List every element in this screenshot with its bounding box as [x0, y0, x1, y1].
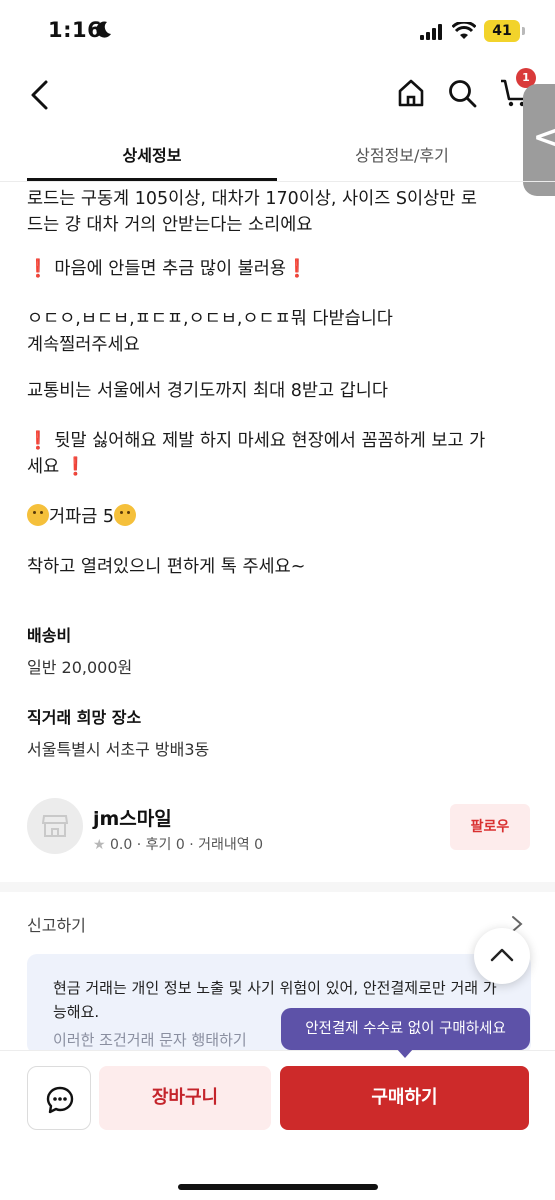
shipping-value: 일반 20,000원 — [27, 658, 133, 677]
desc-line: ❗ 마음에 안들면 추금 많이 불러용❗ — [27, 256, 308, 282]
desc-line: 계속찔러주세요 — [27, 335, 140, 355]
desc-line: 착하고 열려있으니 편하게 톡 주세요~ — [27, 557, 306, 577]
add-to-cart-button[interactable]: 장바구니 — [99, 1066, 271, 1130]
wifi-icon — [452, 22, 476, 39]
status-time: 1:16 — [48, 18, 103, 42]
desc-line: ㅇㄷㅇ,ㅂㄷㅂ,ㅍㄷㅍ,ㅇㄷㅂ,ㅇㄷㅍ뭐 다받습니다 — [27, 309, 393, 329]
seller-reviews: 후기 0 — [145, 837, 185, 853]
seller-trades: 거래내역 0 — [198, 837, 264, 853]
warning-icon: ❗ — [27, 431, 49, 451]
chat-button[interactable] — [27, 1066, 91, 1130]
desc-line: 드는 걍 대차 거의 안받는다는 소리에요 — [27, 215, 313, 235]
seller-avatar[interactable] — [27, 798, 83, 854]
location-value: 서울특별시 서초구 방배3동 — [27, 740, 210, 759]
moon-icon — [96, 21, 111, 38]
tab-active-indicator — [27, 178, 277, 181]
location-label: 직거래 희망 장소 — [27, 708, 142, 727]
thinking-face-icon — [114, 504, 136, 526]
scroll-to-top-button[interactable] — [474, 928, 530, 984]
desc-line: ❗ 뒷말 싫어해요 제발 하지 마세요 현장에서 꼼꼼하게 보고 가 — [27, 428, 485, 454]
shipping-label: 배송비 — [27, 626, 72, 645]
desc-line: 교통비는 서울에서 경기도까지 최대 8받고 갑니다 — [27, 381, 388, 401]
desc-text: 거파금 5 — [49, 507, 114, 527]
section-divider — [0, 882, 555, 892]
desc-text: 마음에 안들면 추금 많이 불러용 — [54, 259, 286, 279]
seller-stats: ★ 0.0 · 후기 0 · 거래내역 0 — [93, 837, 264, 853]
back-icon[interactable] — [26, 78, 54, 112]
tab-bar: 상세정보 상점정보/후기 — [0, 132, 555, 182]
warning-icon: ❗ — [64, 457, 87, 477]
buy-button[interactable]: 구매하기 — [280, 1066, 529, 1130]
desc-text: 세요 — [27, 457, 60, 477]
battery-tip — [522, 27, 525, 35]
seller-rating: 0.0 — [110, 837, 133, 853]
desc-line: 로드는 구동계 105이상, 대차가 170이상, 사이즈 S이상만 로 — [27, 189, 477, 209]
star-icon: ★ — [93, 837, 106, 853]
warning-icon: ❗ — [27, 259, 49, 279]
signal-icon — [420, 24, 442, 40]
desc-line: 거파금 5 — [27, 504, 136, 530]
seller-name[interactable]: jm스마일 — [93, 804, 172, 831]
status-bar: 1:16 41 — [0, 0, 555, 62]
battery-indicator: 41 — [484, 20, 520, 42]
chat-bubble-icon — [46, 1086, 74, 1114]
desc-text: 뒷말 싫어해요 제발 하지 마세요 현장에서 꼼꼼하게 보고 가 — [54, 431, 486, 451]
warning-icon: ❗ — [285, 259, 308, 279]
desc-line: 세요 ❗ — [27, 454, 87, 480]
chevron-up-icon — [490, 948, 514, 962]
home-icon[interactable] — [396, 78, 426, 108]
top-navigation: 1 — [0, 62, 555, 126]
store-icon — [42, 815, 68, 837]
tab-detail-info[interactable]: 상세정보 — [27, 142, 277, 166]
tab-store-reviews[interactable]: 상점정보/후기 — [277, 142, 527, 166]
home-indicator — [178, 1184, 378, 1190]
safe-payment-tooltip: 안전결제 수수료 없이 구매하세요 — [281, 1008, 530, 1050]
search-icon[interactable] — [447, 78, 477, 108]
thinking-face-icon — [27, 504, 49, 526]
tooltip-arrow — [396, 1048, 414, 1058]
follow-button[interactable]: 팔로우 — [450, 804, 530, 850]
report-link[interactable]: 신고하기 — [27, 912, 86, 936]
